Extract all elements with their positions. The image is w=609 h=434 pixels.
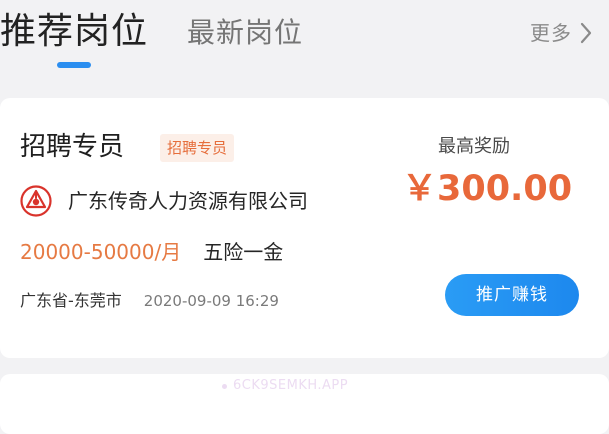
benefits: 五险一金 — [203, 240, 284, 264]
tab-latest-jobs[interactable]: 最新岗位 — [187, 14, 303, 52]
active-tab-indicator — [57, 62, 91, 68]
company-row: 广东传奇人力资源有限公司 — [20, 184, 308, 218]
company-logo-icon — [20, 185, 52, 217]
watermark: 6CK9SEMKH.APP — [222, 375, 348, 397]
more-link[interactable]: 更多 — [530, 17, 592, 49]
meta-row: 广东省-东莞市 2020-09-09 16:29 — [20, 286, 279, 316]
job-title: 招聘专员 — [20, 132, 125, 162]
job-tag-badge: 招聘专员 — [160, 134, 235, 162]
company-name: 广东传奇人力资源有限公司 — [68, 189, 308, 213]
watermark-dot — [222, 383, 227, 389]
promote-earn-button[interactable]: 推广赚钱 — [445, 274, 579, 316]
watermark-text: 6CK9SEMKH.APP — [233, 378, 349, 393]
salary-row: 20000-50000/月 五险一金 — [20, 236, 283, 268]
reward-label: 最高奖励 — [438, 136, 510, 157]
tab-bar: 推荐岗位 最新岗位 更多 — [0, 0, 609, 90]
reward-amount: ￥300.00 — [402, 169, 573, 209]
more-label: 更多 — [530, 21, 572, 45]
tab-recommended-jobs[interactable]: 推荐岗位 — [0, 10, 148, 54]
job-card[interactable]: 招聘专员 招聘专员 广东传奇人力资源有限公司 20000-50000/月 五险一… — [0, 98, 609, 358]
posted-time: 2020-09-09 16:29 — [143, 292, 279, 310]
job-location: 广东省-东莞市 — [20, 291, 122, 310]
chevron-right-icon — [580, 22, 592, 44]
salary-range: 20000-50000/月 — [20, 240, 182, 264]
